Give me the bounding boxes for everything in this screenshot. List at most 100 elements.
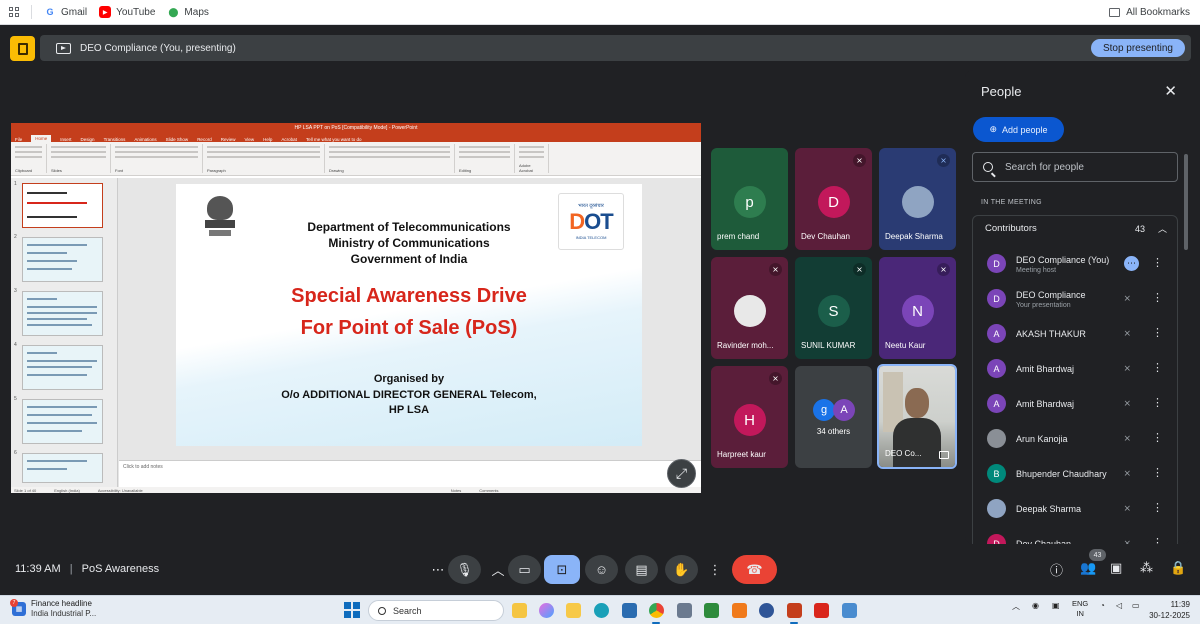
ppt-tab-slideshow[interactable]: Slide Show [166,137,189,142]
more-vert-icon[interactable]: ⋮ [1152,501,1163,514]
powerpoint-icon[interactable] [787,603,802,618]
participant-row[interactable]: Arun Kanojia ⨯ ⋮ [973,421,1179,456]
tray-app-icon[interactable]: ▣ [1052,601,1060,610]
mic-off-icon[interactable]: ⨯ [1123,328,1131,339]
status-notes-button[interactable]: Notes [451,488,461,493]
ppt-tab-acrobat[interactable]: Acrobat [281,137,297,142]
activities-icon[interactable]: ⁂ [1140,560,1153,576]
app-icon[interactable] [759,603,774,618]
notes-pane[interactable]: Click to add notes [119,460,701,487]
more-vert-icon[interactable]: ⋮ [1152,256,1163,269]
more-vert-icon[interactable]: ⋮ [1152,326,1163,339]
all-bookmarks-button[interactable]: All Bookmarks [1109,7,1190,18]
ppt-tab-home[interactable]: Home [31,135,52,142]
current-slide[interactable]: भारत दूरसंचार DOT INDIA TELECOM Departme… [176,184,642,446]
bookmark-maps[interactable]: ⬤ Maps [167,6,209,18]
captions-button[interactable]: ▤ [625,555,658,584]
chat-icon[interactable]: ▣ [1110,560,1122,576]
mic-off-icon[interactable]: ⨯ [1123,538,1131,544]
participant-row[interactable]: A AKASH THAKUR ⨯ ⋮ [973,316,1179,351]
raise-hand-button[interactable]: ✋ [665,555,698,584]
ppt-tab-animations[interactable]: Animations [134,137,156,142]
pin-icon[interactable] [939,451,949,459]
participant-tile[interactable]: p prem chand [711,148,788,250]
more-options-button[interactable]: ⋮ [703,555,727,584]
more-vert-icon[interactable]: ⋮ [1152,431,1163,444]
ppt-tab-record[interactable]: Record [197,137,212,142]
host-controls-icon[interactable]: 🔒 [1170,560,1186,576]
tray-chevron-icon[interactable]: ︿ [1012,601,1020,612]
ppt-tab-review[interactable]: Review [221,137,236,142]
people-scrollbar[interactable] [1184,154,1188,250]
participant-tile[interactable]: ⨯ S SUNIL KUMAR [795,257,872,359]
mic-off-icon[interactable]: ⨯ [1123,433,1131,444]
camera-options-button[interactable]: ︿ [486,555,510,584]
others-tile[interactable]: g A 34 others [795,366,872,468]
participant-tile[interactable]: ⨯ Ravinder moh... [711,257,788,359]
bookmark-youtube[interactable]: ▶ YouTube [99,6,155,18]
slide-thumbnail[interactable] [22,291,103,336]
ppt-tab-help[interactable]: Help [263,137,272,142]
file-explorer-icon[interactable] [566,603,581,618]
apps-icon[interactable] [9,7,19,17]
participant-row[interactable]: D DEO Compliance (You) Meeting host ⋯ ⋮ [973,246,1179,281]
language-indicator[interactable]: ENG IN [1072,599,1088,619]
participant-tile[interactable]: ⨯ N Neetu Kaur [879,257,956,359]
participant-row[interactable]: A Amit Bhardwaj ⨯ ⋮ [973,351,1179,386]
edge-icon[interactable] [594,603,609,618]
more-vert-icon[interactable]: ⋮ [1152,396,1163,409]
mic-off-icon[interactable]: ⨯ [1123,503,1131,514]
stop-presenting-button[interactable]: Stop presenting [1090,39,1185,57]
participant-tile[interactable]: ⨯ H Harpreet kaur [711,366,788,468]
news-widget[interactable]: 7 ▦ Finance headline India Industrial P..… [10,599,96,619]
people-search-input[interactable]: Search for people [972,152,1178,182]
taskbar-clock[interactable]: 11:39 30-12-2025 [1149,599,1190,621]
app-icon[interactable] [732,603,747,618]
mic-off-icon[interactable]: ⨯ [1123,363,1131,374]
ppt-tab-file[interactable]: File [15,137,22,142]
slide-thumbnail[interactable] [22,453,103,483]
close-icon[interactable]: ✕ [1164,82,1177,100]
reactions-button[interactable]: ☺ [585,555,618,584]
participant-row[interactable]: D Dev Chauhan ⨯ ⋮ [973,526,1179,544]
ppt-tab-transitions[interactable]: Transitions [104,137,126,142]
slide-thumbnail[interactable] [22,183,103,228]
app-icon[interactable] [842,603,857,618]
copilot-icon[interactable] [539,603,554,618]
slide-thumbnail[interactable] [22,399,103,444]
ppt-tab-view[interactable]: View [244,137,254,142]
meeting-details-icon[interactable]: ⓘ [1050,560,1063,579]
more-vert-icon[interactable]: ⋮ [1152,291,1163,304]
fullscreen-expand-button[interactable]: ⤢ [667,459,696,488]
more-effects-button[interactable]: ⋯ [426,555,450,584]
ppt-tab-insert[interactable]: Insert [60,137,71,142]
bookmark-gmail[interactable]: G Gmail [44,6,87,18]
mic-off-icon[interactable]: ⨯ [1123,293,1131,304]
widgets-icon[interactable] [512,603,527,618]
participant-row[interactable]: A Amit Bhardwaj ⨯ ⋮ [973,386,1179,421]
volume-icon[interactable]: ◁ [1116,601,1122,610]
participant-row[interactable]: D DEO Compliance Your presentation ⨯ ⋮ [973,281,1179,316]
microphone-button[interactable]: 🎙 [448,555,481,584]
more-vert-icon[interactable]: ⋮ [1152,361,1163,374]
battery-icon[interactable]: ▭ [1132,601,1140,610]
mic-off-icon[interactable]: ⨯ [1123,468,1131,479]
contributors-header[interactable]: Contributors 43 ︿ [973,216,1179,241]
people-icon[interactable]: 👥 [1080,560,1096,576]
excel-icon[interactable] [704,603,719,618]
camera-button[interactable]: ▭ [508,555,541,584]
mic-off-icon[interactable]: ⨯ [1123,398,1131,409]
participant-row[interactable]: Deepak Sharma ⨯ ⋮ [973,491,1179,526]
store-icon[interactable] [622,603,637,618]
slide-thumbnail[interactable] [22,345,103,390]
self-video-tile[interactable]: DEO Co... [877,364,957,469]
calculator-icon[interactable] [677,603,692,618]
participant-tile[interactable]: ⨯ D Dev Chauhan [795,148,872,250]
wifi-icon[interactable]: ◔ [1100,601,1105,610]
acrobat-icon[interactable] [814,603,829,618]
tray-app-icon[interactable]: ◉ [1032,601,1039,610]
chrome-icon[interactable] [649,603,664,618]
ppt-tab-design[interactable]: Design [81,137,95,142]
leave-call-button[interactable]: ☎ [732,555,777,584]
more-vert-icon[interactable]: ⋮ [1152,466,1163,479]
